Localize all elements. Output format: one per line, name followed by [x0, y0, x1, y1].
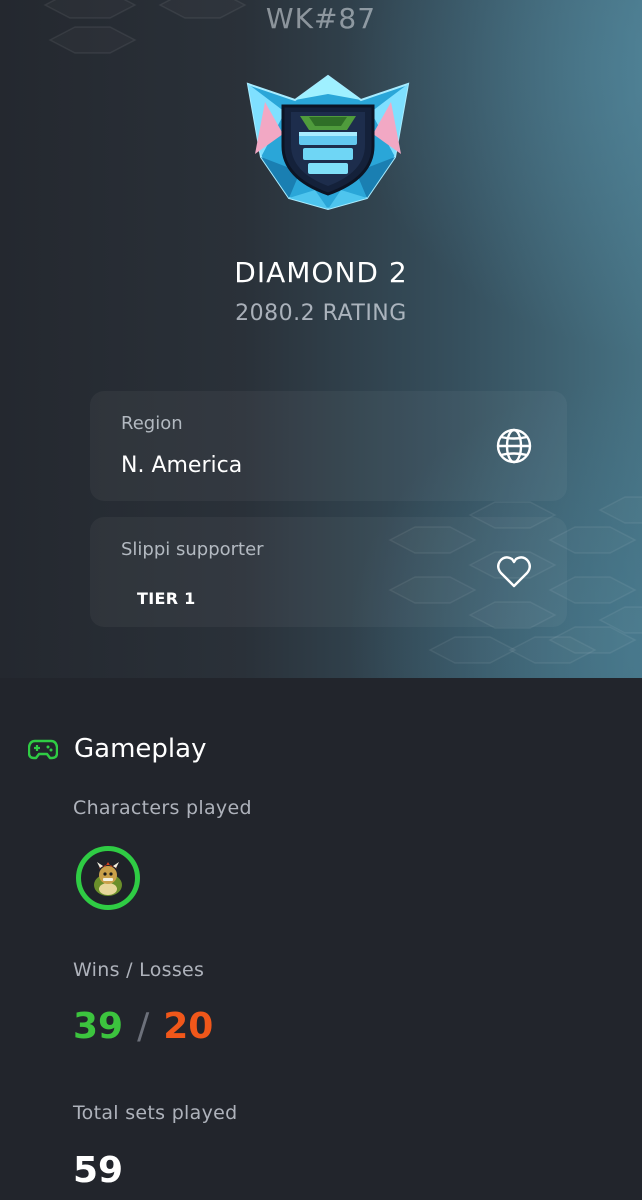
wins-losses-label: Wins / Losses: [73, 959, 205, 981]
globe-icon: [496, 428, 532, 464]
heart-icon: [497, 556, 531, 588]
gameplay-title: Gameplay: [74, 734, 207, 764]
bowser-icon: [94, 862, 122, 896]
region-value: N. America: [121, 453, 243, 478]
profile-hero: WK#87 DIAMOND 2 2080.2 RATING Region N. …: [0, 0, 642, 678]
connect-code: WK#87: [265, 2, 377, 35]
wins-losses-value: 39 / 20: [73, 1006, 213, 1047]
supporter-card: Slippi supporter TIER 1: [90, 517, 567, 627]
rating-value: 2080.2 RATING: [235, 301, 407, 326]
region-label: Region: [121, 413, 183, 434]
total-sets-value: 59: [73, 1150, 124, 1191]
diamond-rank-icon: [246, 74, 410, 211]
characters-label: Characters played: [73, 797, 252, 819]
losses-count: 20: [163, 1006, 214, 1047]
wins-count: 39: [73, 1006, 124, 1047]
character-badge[interactable]: [76, 846, 140, 910]
wl-separator: /: [137, 1006, 150, 1047]
total-sets-label: Total sets played: [73, 1102, 238, 1124]
supporter-label: Slippi supporter: [121, 539, 264, 560]
gamepad-icon: [28, 739, 58, 760]
region-card: Region N. America: [90, 391, 567, 501]
supporter-tier: TIER 1: [137, 589, 196, 608]
gameplay-header: Gameplay: [28, 734, 206, 764]
rank-name: DIAMOND 2: [234, 256, 408, 289]
